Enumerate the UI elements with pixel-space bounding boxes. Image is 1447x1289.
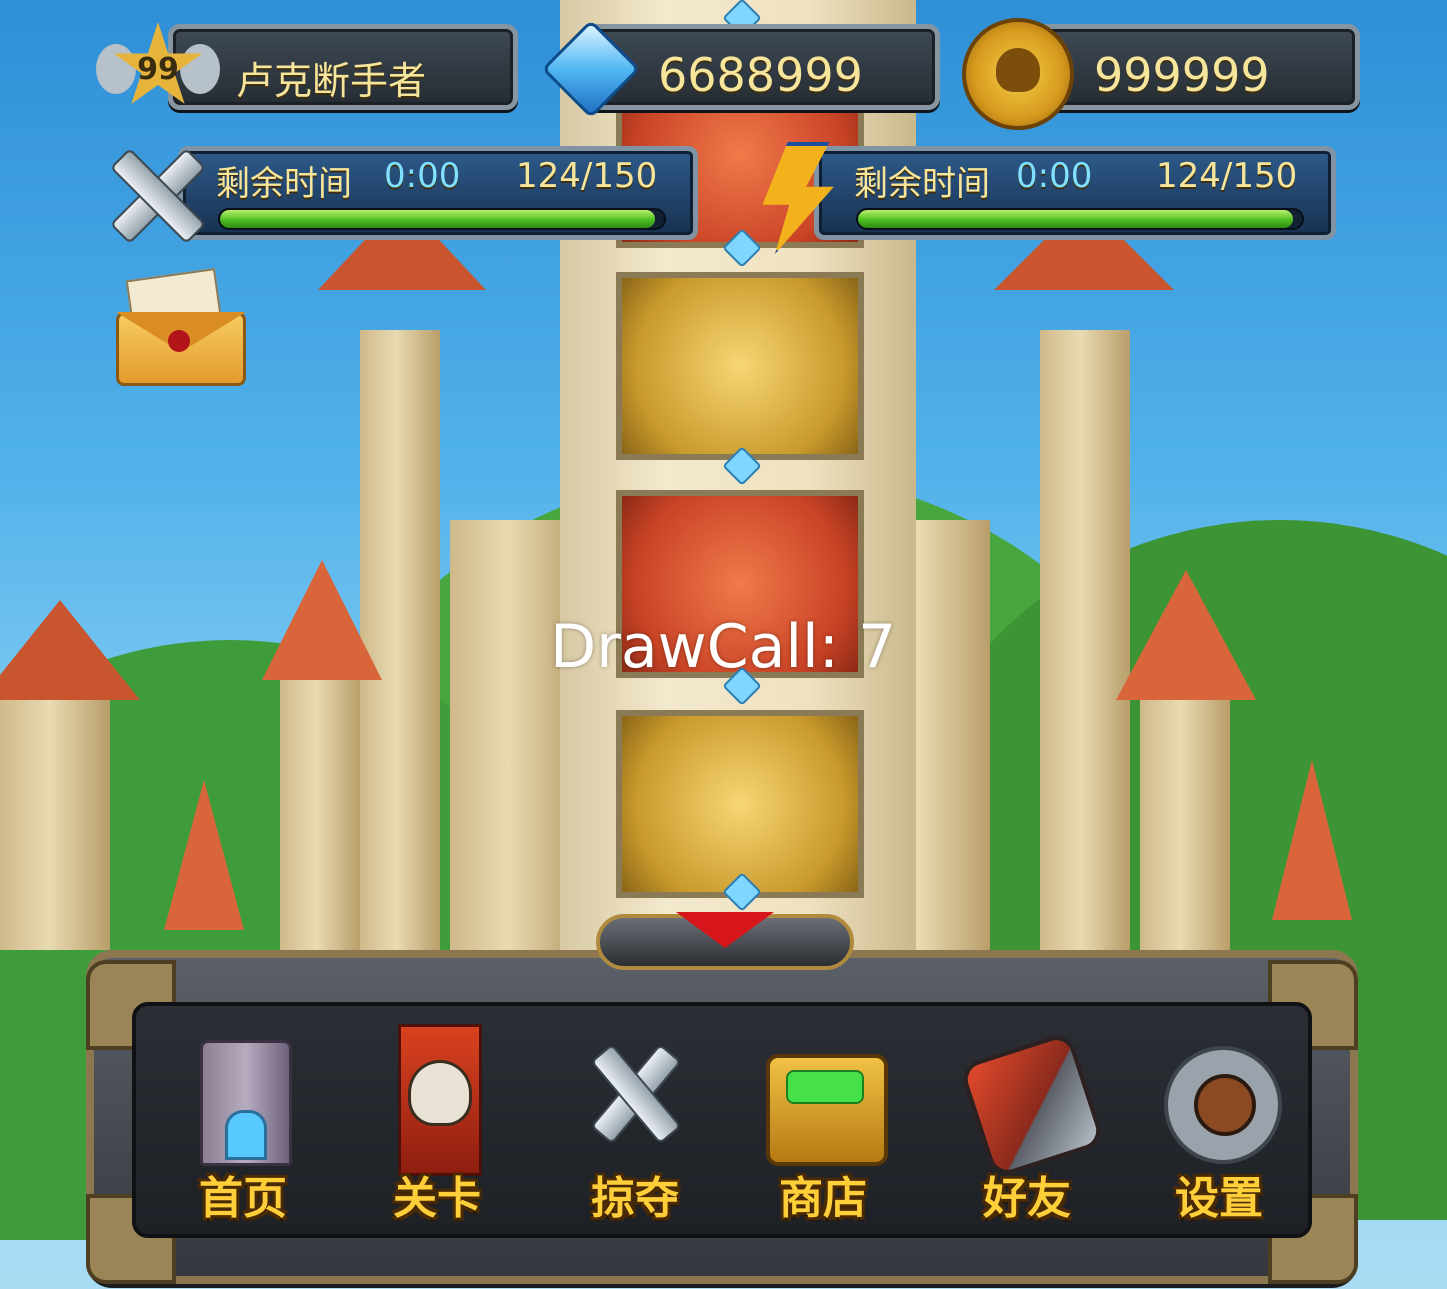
castle-tower xyxy=(1140,700,1230,950)
player-name: 卢克断手者 xyxy=(236,59,427,103)
tower-panel xyxy=(616,710,864,898)
menu-stages-button[interactable]: 关卡 xyxy=(362,1010,512,1236)
mail-envelope-icon[interactable] xyxy=(112,268,250,392)
drawcall-debug-text: DrawCall: 7 xyxy=(550,612,897,682)
treasure-chest-icon xyxy=(760,1020,888,1170)
stamina-label: 剩余时间 xyxy=(216,164,352,204)
tower-roof xyxy=(1272,760,1352,920)
energy-label: 剩余时间 xyxy=(854,164,990,204)
gear-shield-icon xyxy=(1156,1020,1282,1170)
gem-count: 6688999 xyxy=(658,48,863,102)
menu-label: 关卡 xyxy=(393,1173,481,1224)
castle-tower-icon xyxy=(180,1020,306,1170)
gauntlet-icon xyxy=(958,1020,1106,1180)
stamina-timer: 0:00 xyxy=(384,156,461,196)
castle-wall xyxy=(0,700,110,950)
menu-friends-button[interactable]: 好友 xyxy=(952,1010,1106,1236)
stamina-count: 124/150 xyxy=(516,156,658,196)
crossed-swords-icon xyxy=(572,1020,698,1170)
collapse-menu-button[interactable] xyxy=(596,900,854,980)
tower-panel xyxy=(616,272,864,460)
diamond-icon xyxy=(540,18,641,119)
tower-roof xyxy=(262,560,382,680)
gold-count: 999999 xyxy=(1094,48,1270,102)
skull-coin-icon xyxy=(962,18,1074,130)
tower-roof xyxy=(0,600,140,700)
castle-tower xyxy=(280,680,360,950)
menu-home-button[interactable]: 首页 xyxy=(168,1010,318,1236)
crossed-swords-icon xyxy=(98,138,210,250)
energy-timer: 0:00 xyxy=(1016,156,1093,196)
tower-roof xyxy=(1116,570,1256,700)
menu-raid-button[interactable]: 掠夺 xyxy=(560,1010,710,1236)
tower-roof xyxy=(164,780,244,930)
energy-count: 124/150 xyxy=(1156,156,1298,196)
player-level: 99 xyxy=(137,52,179,87)
energy-progress xyxy=(856,208,1304,230)
menu-label: 商店 xyxy=(779,1173,867,1224)
menu-label: 好友 xyxy=(983,1173,1071,1224)
menu-settings-button[interactable]: 设置 xyxy=(1144,1010,1294,1236)
chevron-down-icon xyxy=(676,912,774,948)
menu-label: 首页 xyxy=(199,1173,287,1224)
energy-progress-fill xyxy=(858,210,1294,228)
menu-label: 掠夺 xyxy=(591,1173,679,1224)
menu-label: 设置 xyxy=(1175,1173,1263,1224)
skull-banner-icon xyxy=(374,1020,500,1176)
level-badge[interactable]: 99 xyxy=(96,14,220,120)
stamina-progress-fill xyxy=(220,210,656,228)
stamina-progress xyxy=(218,208,666,230)
lightning-bolt-icon xyxy=(744,138,840,254)
menu-shop-button[interactable]: 商店 xyxy=(748,1010,898,1236)
